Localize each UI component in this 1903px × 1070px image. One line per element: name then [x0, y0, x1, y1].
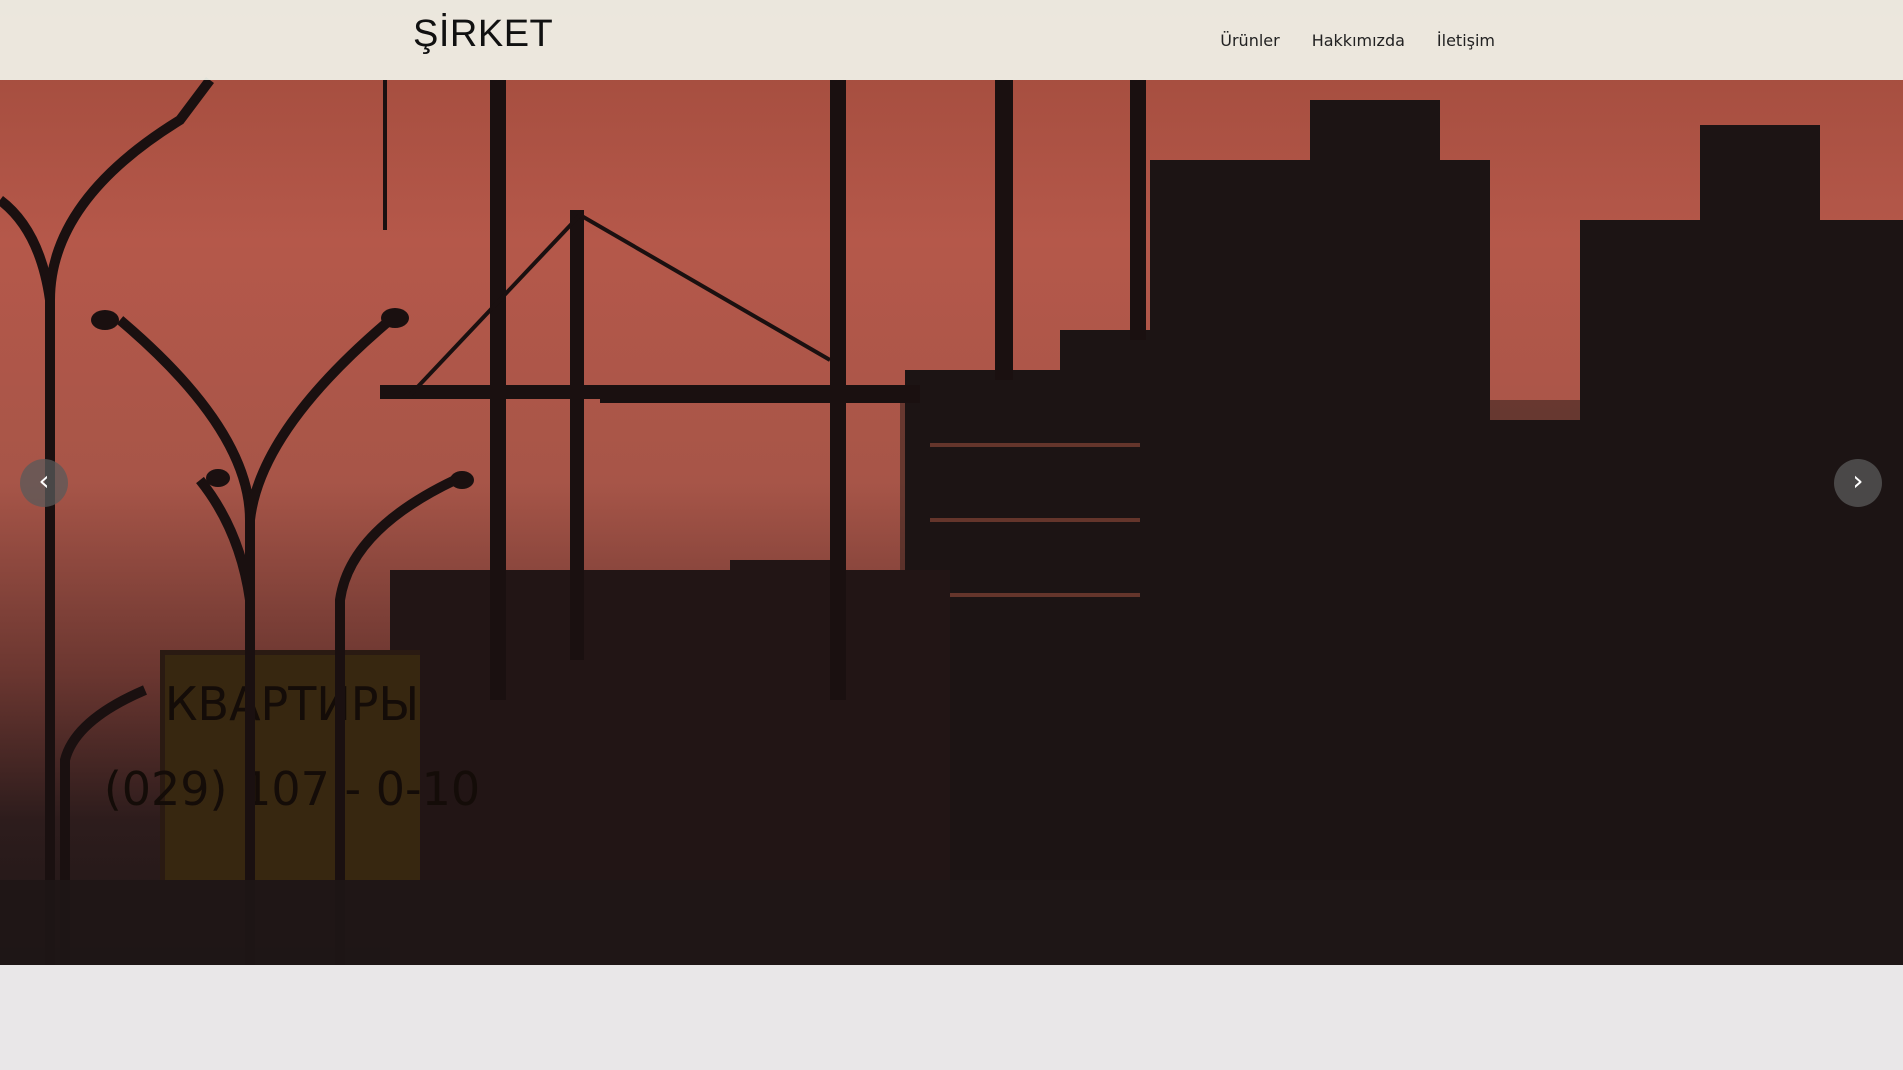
brand-logo[interactable]: ŞİRKET [413, 13, 553, 56]
chevron-right-icon: › [1852, 464, 1864, 497]
construction-skyline-image: КВАРТИРЫ (029) 107 - 0-10 [0, 77, 1903, 965]
content-area [0, 965, 1903, 1070]
sign-text-2: (029) 107 - 0-10 [104, 762, 480, 816]
navbar: ŞİRKET Ürünler Hakkımızda İletişim [0, 0, 1903, 80]
page: КВАРТИРЫ (029) 107 - 0-10 ŞİRKET Ürünler… [0, 0, 1903, 1070]
nav-item-contact[interactable]: İletişim [1437, 31, 1495, 50]
hero-slider: КВАРТИРЫ (029) 107 - 0-10 [0, 0, 1903, 965]
nav-item-products[interactable]: Ürünler [1220, 31, 1279, 50]
main-nav: Ürünler Hakkımızda İletişim [1220, 31, 1495, 50]
chevron-left-icon: ‹ [38, 464, 50, 497]
nav-item-about[interactable]: Hakkımızda [1312, 31, 1405, 50]
slider-prev-button[interactable]: ‹ [20, 459, 68, 507]
slider-next-button[interactable]: › [1834, 459, 1882, 507]
sign-text-1: КВАРТИРЫ [165, 677, 419, 731]
